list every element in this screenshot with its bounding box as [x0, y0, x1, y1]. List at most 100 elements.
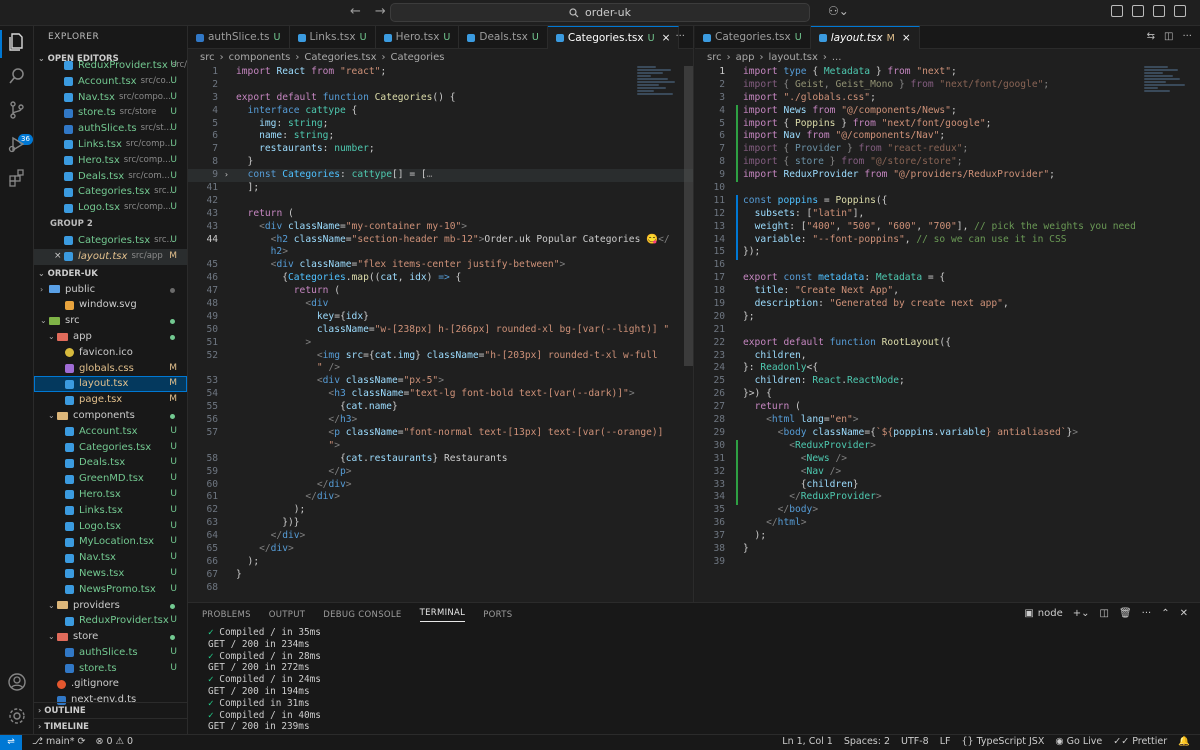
more-actions-icon[interactable]: ···	[1142, 608, 1152, 619]
split-terminal-icon[interactable]: ◫	[1100, 608, 1109, 619]
editor-tab[interactable]: Categories.tsx U ×	[547, 26, 680, 50]
file-item[interactable]: News.tsx U	[34, 566, 187, 582]
toggle-secondary-sidebar-icon[interactable]	[1153, 5, 1165, 17]
folder-item[interactable]: ⌄ app	[34, 329, 187, 345]
command-center-search[interactable]: order-uk	[390, 3, 810, 22]
close-icon[interactable]: ×	[902, 27, 911, 50]
cursor-position[interactable]: Ln 1, Col 1	[782, 736, 833, 747]
problems-indicator[interactable]: ⊗ 0 ⚠ 0	[95, 736, 133, 747]
breadcrumb-item[interactable]: Categories	[391, 49, 445, 66]
encoding[interactable]: UTF-8	[901, 736, 929, 747]
open-editor-item[interactable]: Logo.tsx src/comp... U	[34, 200, 187, 216]
file-item[interactable]: NewsPromo.tsx U	[34, 582, 187, 598]
panel-tab[interactable]: DEBUG CONSOLE	[323, 610, 401, 620]
toggle-panel-icon[interactable]	[1132, 5, 1144, 17]
account-icon[interactable]	[7, 672, 27, 692]
editor-tab[interactable]: Hero.tsx U	[376, 26, 460, 49]
file-item[interactable]: Account.tsx U	[34, 424, 187, 440]
open-editor-item[interactable]: authSlice.ts src/st... U	[34, 121, 187, 137]
close-icon[interactable]: ×	[662, 27, 671, 50]
open-editor-item[interactable]: Account.tsx src/co... U	[34, 74, 187, 90]
settings-gear-icon[interactable]	[7, 706, 27, 726]
file-item[interactable]: globals.css M	[34, 361, 187, 377]
breadcrumb-item[interactable]: layout.tsx	[768, 49, 817, 66]
copilot-icon[interactable]: ⚇⌄	[828, 4, 849, 18]
folder-item[interactable]: › public	[34, 282, 187, 298]
breadcrumb-item[interactable]: app	[736, 49, 755, 66]
more-actions-icon[interactable]: ···	[675, 31, 685, 42]
editor-tab[interactable]: authSlice.ts U	[188, 26, 290, 49]
open-changes-icon[interactable]: ⇆	[1147, 31, 1155, 42]
editor-tab[interactable]: Links.tsx U	[290, 26, 376, 49]
search-icon[interactable]	[7, 66, 27, 86]
close-panel-icon[interactable]: ✕	[1180, 608, 1188, 619]
file-item[interactable]: ReduxProvider.tsx U	[34, 613, 187, 629]
toggle-sidebar-icon[interactable]	[1111, 5, 1123, 17]
editor-tab[interactable]: Categories.tsx U	[695, 26, 811, 49]
open-editor-item[interactable]: Links.tsx src/comp... U	[34, 137, 187, 153]
open-editor-item[interactable]: Deals.tsx src/com... U	[34, 169, 187, 185]
file-item[interactable]: authSlice.ts U	[34, 645, 187, 661]
file-item[interactable]: window.svg	[34, 297, 187, 313]
prettier-status[interactable]: ✓✓ Prettier	[1113, 736, 1167, 747]
close-icon[interactable]: ×	[54, 249, 64, 265]
panel-tab[interactable]: PORTS	[483, 610, 512, 620]
open-editor-item[interactable]: × layout.tsx src/app M	[34, 248, 187, 265]
breadcrumb-item[interactable]: components	[229, 49, 291, 66]
file-item[interactable]: page.tsx M	[34, 392, 187, 408]
end-of-line[interactable]: LF	[940, 736, 951, 747]
panel-tab[interactable]: TERMINAL	[419, 608, 466, 622]
file-item[interactable]: Categories.tsx U	[34, 440, 187, 456]
code-view-left[interactable]: 1 import React from "react"; 2 3 export defa…	[188, 66, 693, 595]
run-debug-icon[interactable]	[7, 134, 27, 154]
file-item[interactable]: Deals.tsx U	[34, 455, 187, 471]
scrollbar-left[interactable]	[684, 66, 693, 366]
more-actions-icon[interactable]: ···	[1182, 31, 1192, 42]
notifications-bell-icon[interactable]: 🔔	[1178, 736, 1190, 747]
editor-tab[interactable]: Deals.tsx U	[459, 26, 548, 49]
code-view-right[interactable]: 1 import type { Metadata } from "next"; 2 i…	[695, 66, 1200, 569]
extensions-icon[interactable]	[7, 168, 27, 188]
open-editor-item[interactable]: Hero.tsx src/comp... U	[34, 153, 187, 169]
open-editor-item[interactable]: store.ts src/store U	[34, 105, 187, 121]
remote-indicator-icon[interactable]: ⇌	[0, 735, 22, 750]
file-item[interactable]: MyLocation.tsx U	[34, 534, 187, 550]
trash-icon[interactable]: 🗑	[1119, 608, 1132, 619]
git-branch[interactable]: ⎇ main* ⟳	[32, 736, 85, 747]
breadcrumb-item[interactable]: ...	[832, 49, 842, 66]
folder-item[interactable]: ⌄ store	[34, 629, 187, 645]
file-item[interactable]: favicon.ico	[34, 345, 187, 361]
file-item[interactable]: Links.tsx U	[34, 503, 187, 519]
panel-tab[interactable]: PROBLEMS	[202, 610, 251, 620]
customize-layout-icon[interactable]	[1174, 5, 1186, 17]
outline-section[interactable]: › OUTLINE	[34, 702, 187, 718]
folder-item[interactable]: ⌄ src	[34, 313, 187, 329]
folder-item[interactable]: ⌄ components	[34, 408, 187, 424]
split-editor-icon[interactable]: ◫	[1164, 31, 1173, 42]
maximize-panel-icon[interactable]: ⌃	[1161, 608, 1169, 619]
file-item[interactable]: store.ts U	[34, 661, 187, 677]
file-item[interactable]: Logo.tsx U	[34, 519, 187, 535]
explorer-icon[interactable]	[7, 32, 27, 52]
forward-arrow-icon[interactable]: →	[375, 4, 386, 19]
minimap-right[interactable]	[1144, 66, 1192, 126]
language-mode[interactable]: {} TypeScript JSX	[962, 736, 1045, 747]
back-arrow-icon[interactable]: ←	[350, 4, 361, 19]
order-uk-header[interactable]: ⌄ ORDER-UK	[34, 266, 187, 282]
open-editor-item[interactable]: Categories.tsx src... U	[34, 184, 187, 200]
go-live-button[interactable]: ◉ Go Live	[1055, 736, 1102, 747]
fold-chevron-icon[interactable]: ›	[224, 169, 229, 182]
panel-tab[interactable]: OUTPUT	[269, 610, 305, 620]
file-item[interactable]: GreenMD.tsx U	[34, 471, 187, 487]
terminal-shell-selector[interactable]: ▣ node	[1024, 608, 1062, 619]
file-item[interactable]: .gitignore	[34, 676, 187, 692]
indentation[interactable]: Spaces: 2	[844, 736, 890, 747]
file-item[interactable]: Hero.tsx U	[34, 487, 187, 503]
file-item[interactable]: Nav.tsx U	[34, 550, 187, 566]
open-editor-item[interactable]: ReduxProvider.tsxsrc/...U	[34, 58, 187, 74]
breadcrumb-item[interactable]: src	[707, 49, 722, 66]
editor-tab[interactable]: layout.tsx M ×	[810, 26, 920, 50]
timeline-section[interactable]: › TIMELINE	[34, 718, 187, 734]
minimap-left[interactable]	[637, 66, 685, 126]
open-editor-item[interactable]: Categories.tsx src... U	[34, 233, 187, 249]
